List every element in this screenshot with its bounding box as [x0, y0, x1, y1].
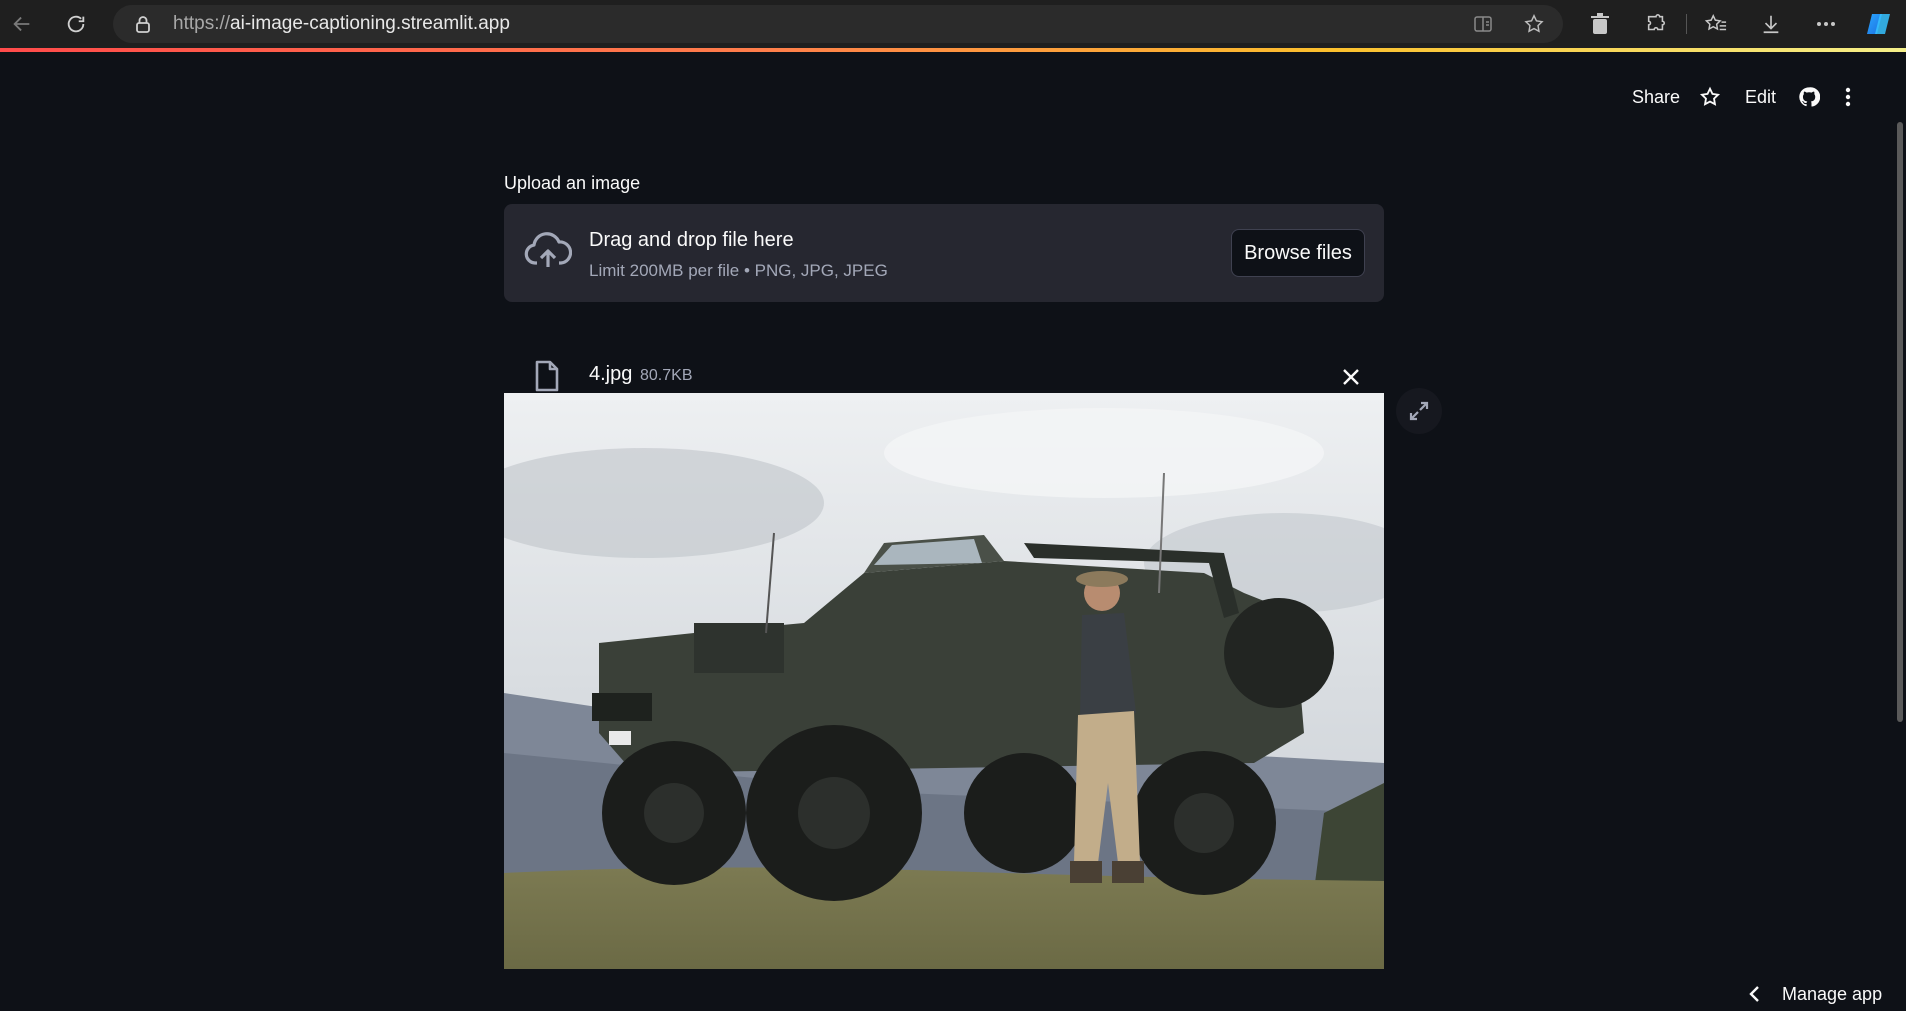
main-menu-button[interactable] — [1845, 80, 1851, 114]
manage-app-button[interactable]: Manage app — [1748, 977, 1882, 1011]
cloud-upload-icon — [524, 232, 573, 272]
chevron-left-icon — [1749, 986, 1759, 1002]
copilot-icon[interactable] — [1866, 10, 1894, 38]
dropzone-limits: Limit 200MB per file • PNG, JPG, JPEG — [589, 261, 888, 280]
favorites-icon[interactable] — [1698, 6, 1734, 42]
toolbar-divider — [1686, 14, 1687, 34]
remove-file-close-icon[interactable] — [1340, 366, 1362, 388]
address-bar[interactable]: https://ai-image-captioning.streamlit.ap… — [113, 5, 1563, 43]
star-button[interactable] — [1699, 80, 1721, 114]
file-name: 4.jpg — [589, 363, 633, 385]
file-icon — [534, 360, 560, 392]
uploaded-image — [504, 393, 1384, 969]
share-label: Share — [1632, 86, 1681, 107]
github-button[interactable] — [1798, 80, 1820, 114]
browse-files-button[interactable]: Browse files — [1231, 229, 1365, 277]
page-scrollbar[interactable] — [1894, 122, 1906, 722]
file-size: 80.7KB — [640, 367, 693, 384]
fullscreen-button[interactable] — [1396, 388, 1442, 434]
lock-icon[interactable] — [135, 15, 151, 37]
github-icon — [1799, 87, 1820, 107]
expand-icon — [1409, 401, 1429, 421]
downloads-icon[interactable] — [1753, 6, 1789, 42]
more-options-icon[interactable] — [1808, 6, 1844, 42]
edit-label: Edit — [1745, 86, 1777, 107]
extensions-icon[interactable] — [1638, 6, 1674, 42]
address-url: https://ai-image-captioning.streamlit.ap… — [173, 13, 510, 34]
app-main: Share Edit Upload an image Drag and drop… — [0, 52, 1906, 1004]
browser-toolbar: https://ai-image-captioning.streamlit.ap… — [0, 0, 1906, 48]
vertical-dots-icon — [1845, 87, 1851, 107]
uploader-label: Upload an image — [504, 173, 641, 193]
dropzone-title: Drag and drop file here — [589, 229, 794, 251]
manage-app-label: Manage app — [1782, 983, 1883, 1004]
edit-button[interactable]: Edit — [1745, 80, 1776, 114]
trash-extension-icon[interactable] — [1582, 6, 1618, 42]
file-dropzone[interactable]: Drag and drop file here Limit 200MB per … — [504, 204, 1384, 302]
favorite-star-icon[interactable] — [1523, 13, 1545, 39]
scrollbar-thumb[interactable] — [1897, 122, 1903, 722]
refresh-icon[interactable] — [58, 6, 94, 42]
share-button[interactable]: Share — [1632, 80, 1680, 114]
split-screen-icon[interactable] — [1473, 14, 1493, 38]
star-icon — [1699, 86, 1721, 106]
back-icon[interactable] — [4, 6, 40, 42]
